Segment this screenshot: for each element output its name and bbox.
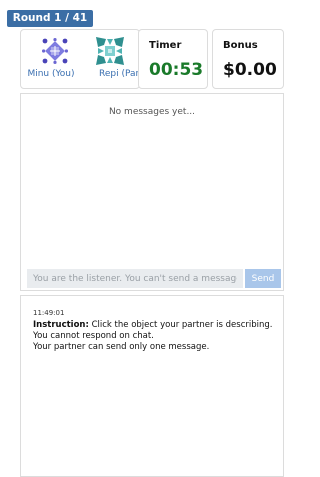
bonus-label: Bonus bbox=[223, 40, 258, 51]
bonus-value: $0.00 bbox=[223, 60, 277, 80]
chat-panel[interactable]: No messages yet... bbox=[20, 93, 284, 291]
chat-message-input[interactable] bbox=[27, 269, 243, 288]
player-self: Minu (You) bbox=[21, 30, 81, 88]
log-timestamp: 11:49:01 bbox=[33, 309, 65, 317]
teal-pinwheel-avatar-icon bbox=[96, 37, 124, 65]
log-line-one-message: Your partner can send only one message. bbox=[33, 342, 210, 352]
player-partner: Repi (Partner bbox=[89, 30, 140, 88]
log-messages: Instruction: Click the object your partn… bbox=[33, 320, 283, 353]
timer-value: 00:53 bbox=[149, 60, 204, 80]
send-button[interactable]: Send bbox=[245, 269, 281, 288]
log-line-cannot-respond: You cannot respond on chat. bbox=[33, 331, 154, 341]
player-self-name: Minu (You) bbox=[27, 69, 75, 79]
round-badge: Round 1 / 41 bbox=[7, 10, 93, 27]
timer-label: Timer bbox=[149, 40, 182, 51]
bonus-card: Bonus $0.00 bbox=[212, 29, 284, 89]
purple-diamond-avatar-icon bbox=[42, 38, 68, 64]
player-partner-name: Repi (Partner bbox=[99, 69, 140, 79]
instruction-line: Instruction: Click the object your partn… bbox=[33, 320, 283, 331]
players-card: Minu (You) Repi (Partner bbox=[20, 29, 140, 89]
instruction-label: Instruction: bbox=[33, 320, 89, 330]
instruction-text: Click the object your partner is describ… bbox=[88, 320, 273, 330]
chat-empty-text: No messages yet... bbox=[108, 107, 196, 117]
instruction-log-panel: 11:49:01 Instruction: Click the object y… bbox=[20, 295, 284, 477]
timer-card: Timer 00:53 bbox=[138, 29, 208, 89]
